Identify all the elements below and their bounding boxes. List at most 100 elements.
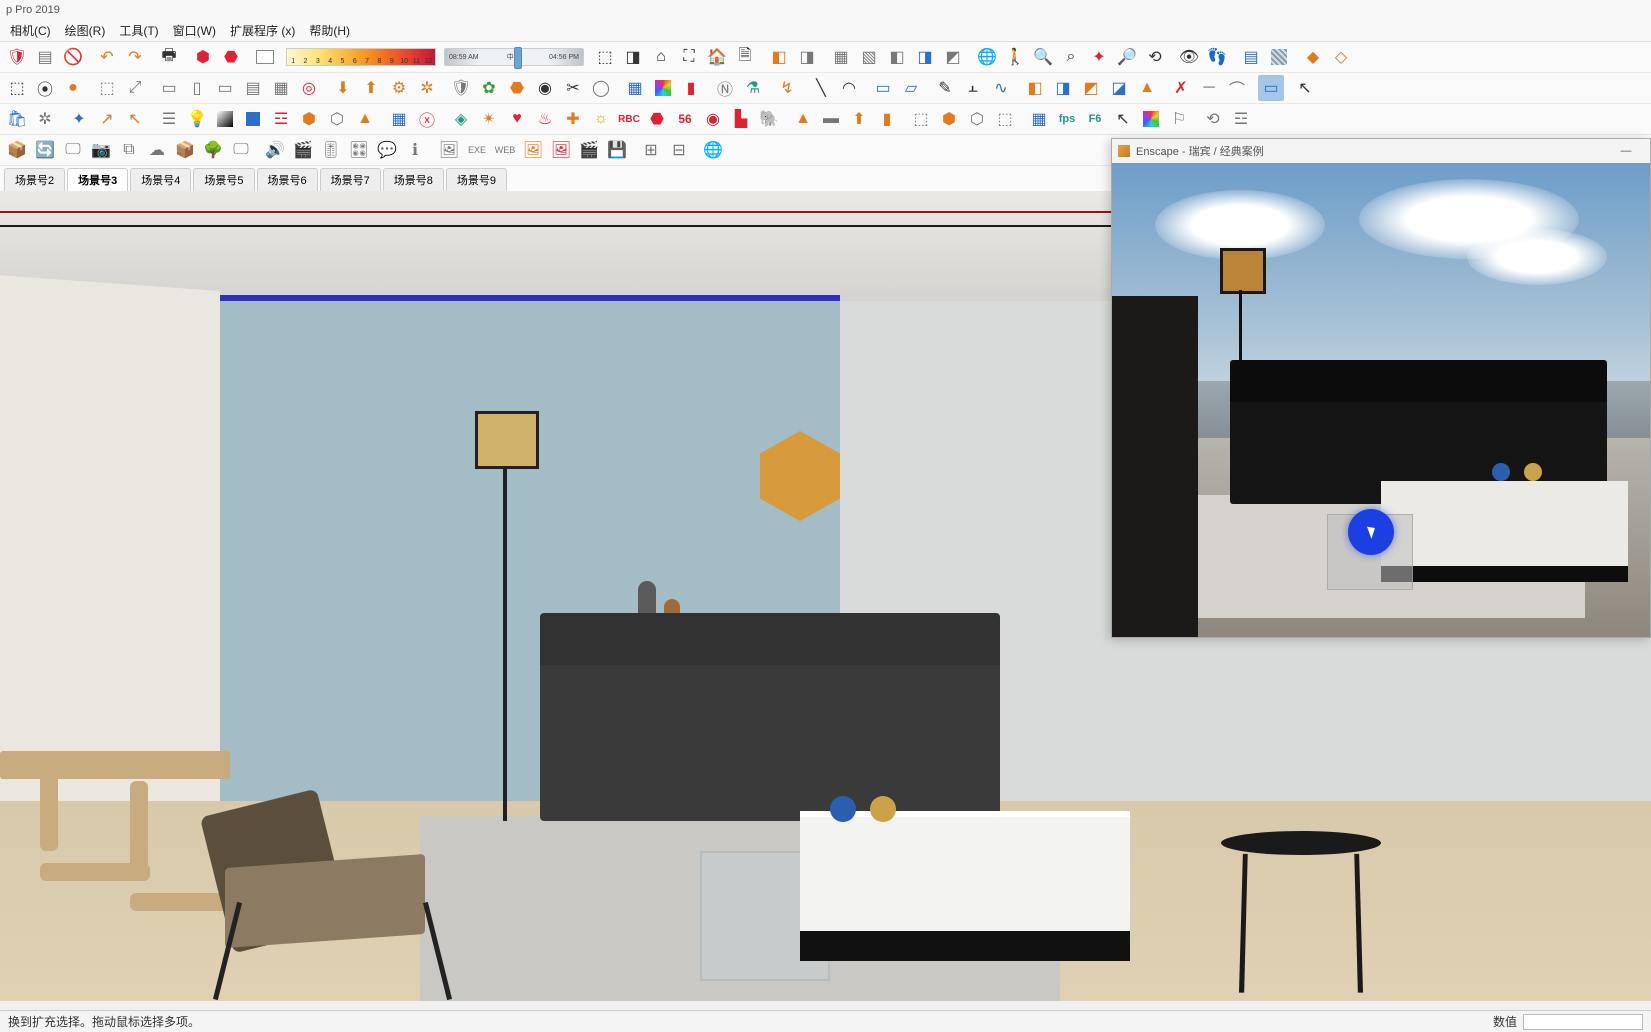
enscape-titlebar[interactable]: Enscape - 瑞宾 / 经典案例 —: [1112, 139, 1650, 163]
route-icon[interactable]: ↯: [774, 75, 800, 101]
ruler-icon[interactable]: ⫠: [960, 75, 986, 101]
circle-dot-icon[interactable]: ◉: [532, 75, 558, 101]
f6-icon[interactable]: F6: [1082, 106, 1108, 132]
box-o2-icon[interactable]: ◩: [1078, 75, 1104, 101]
heart-icon[interactable]: ♥: [504, 106, 530, 132]
cloud-icon[interactable]: ☁: [144, 137, 170, 163]
scene-tab-6[interactable]: 场景号6: [257, 168, 318, 191]
person-icon[interactable]: 🚶: [1002, 44, 1028, 70]
menu-ext[interactable]: 扩展程序 (x): [224, 20, 301, 41]
tag-icon[interactable]: ⚐: [1166, 106, 1192, 132]
arrow-tool-icon[interactable]: ↖: [1292, 75, 1318, 101]
board-icon[interactable]: ▮: [874, 106, 900, 132]
line-icon[interactable]: ╲: [808, 75, 834, 101]
box3d-icon[interactable]: ◨: [620, 44, 646, 70]
bulb-icon[interactable]: 💡: [184, 106, 210, 132]
menu-help[interactable]: 帮助(H): [303, 20, 356, 41]
cone-icon[interactable]: ▲: [352, 106, 378, 132]
mono-icon[interactable]: ◩: [940, 44, 966, 70]
window-icon[interactable]: ⊞: [638, 137, 664, 163]
enscape-minimize-button[interactable]: —: [1608, 139, 1644, 163]
sel-lasso-icon[interactable]: ▱: [898, 75, 924, 101]
curve2-icon[interactable]: ⌒: [1224, 75, 1250, 101]
sliders2-icon[interactable]: 🎛: [346, 137, 372, 163]
screens-icon[interactable]: ⧉: [116, 137, 142, 163]
menu-tools[interactable]: 工具(T): [113, 20, 164, 41]
fire-icon[interactable]: ♨: [532, 106, 558, 132]
hex-g-icon[interactable]: ⬡: [324, 106, 350, 132]
zoom-ext-icon[interactable]: 🔎: [1114, 44, 1140, 70]
gem-icon[interactable]: ◈: [448, 106, 474, 132]
house-icon[interactable]: ⌂: [648, 44, 674, 70]
warehouse-alt-icon[interactable]: ⬣: [218, 44, 244, 70]
layers2-icon[interactable]: ☲: [1228, 106, 1254, 132]
img3-icon[interactable]: 🖼: [548, 137, 574, 163]
box-o1-icon[interactable]: ◧: [1022, 75, 1048, 101]
print-icon[interactable]: 🖶: [156, 44, 182, 70]
curve-icon[interactable]: ∿: [988, 75, 1014, 101]
shield-icon[interactable]: 🛡: [448, 75, 474, 101]
time-knob[interactable]: [514, 47, 522, 69]
shop-icon[interactable]: 🛍: [4, 106, 30, 132]
cube2-icon[interactable]: ◨: [794, 44, 820, 70]
diamond2-icon[interactable]: ◇: [1328, 44, 1354, 70]
lamp-icon[interactable]: ☼: [588, 106, 614, 132]
doc-icon[interactable]: 🗎: [732, 44, 758, 70]
status-value-field[interactable]: [1523, 1014, 1643, 1030]
panel-4-icon[interactable]: ▤: [240, 75, 266, 101]
menu-window[interactable]: 窗口(W): [167, 20, 222, 41]
new-file-icon[interactable]: 🛡: [4, 44, 30, 70]
hatch-icon[interactable]: [1266, 44, 1292, 70]
stack-icon[interactable]: ☲: [268, 106, 294, 132]
footprints-icon[interactable]: 👣: [1204, 44, 1230, 70]
sheet-icon[interactable]: [252, 44, 278, 70]
chart-icon[interactable]: ▙: [728, 106, 754, 132]
rbc-icon[interactable]: RBC: [616, 106, 642, 132]
grid4-icon[interactable]: ▦: [386, 106, 412, 132]
open-file-icon[interactable]: ▤: [32, 44, 58, 70]
scene-tab-2[interactable]: 场景号2: [4, 168, 65, 191]
up-arrow-icon[interactable]: ⬆: [846, 106, 872, 132]
box-b1-icon[interactable]: ◨: [1050, 75, 1076, 101]
img-icon[interactable]: 🖼: [436, 137, 462, 163]
shaded-tx-icon[interactable]: ◨: [912, 44, 938, 70]
colors-icon[interactable]: [650, 75, 676, 101]
shield-r-icon[interactable]: ⬣: [644, 106, 670, 132]
enscape-viewport[interactable]: [1112, 163, 1650, 637]
scene-tab-3[interactable]: 场景号3: [67, 168, 128, 191]
arrow-ne-icon[interactable]: ↗: [94, 106, 120, 132]
time-of-day-slider[interactable]: 08:59 AM 中午 04:56 PM: [444, 48, 584, 66]
brick-icon[interactable]: ▦: [1026, 106, 1052, 132]
blob-icon[interactable]: ⬣: [504, 75, 530, 101]
cross-icon[interactable]: ✚: [560, 106, 586, 132]
dash-icon[interactable]: ─: [1196, 75, 1222, 101]
monitor-icon[interactable]: 🖵: [60, 137, 86, 163]
panel-5-icon[interactable]: ▦: [268, 75, 294, 101]
menu-draw[interactable]: 绘图(R): [59, 20, 112, 41]
swap-icon[interactable]: ⟲: [1200, 106, 1226, 132]
disc-icon[interactable]: ●: [60, 75, 86, 101]
arc-icon[interactable]: ◠: [836, 75, 862, 101]
speech-icon[interactable]: 💬: [374, 137, 400, 163]
camera-icon[interactable]: 📷: [88, 137, 114, 163]
zoom-window-icon[interactable]: ⌕: [1058, 44, 1084, 70]
num56-icon[interactable]: 56: [672, 106, 698, 132]
scene-tab-8[interactable]: 场景号8: [383, 168, 444, 191]
globe-icon[interactable]: 🌐: [974, 44, 1000, 70]
eye-icon[interactable]: 👁: [1176, 44, 1202, 70]
cube1-icon[interactable]: ◧: [766, 44, 792, 70]
panel-2-icon[interactable]: ▯: [184, 75, 210, 101]
gear2-icon[interactable]: ✲: [414, 75, 440, 101]
flask-icon[interactable]: ⚗: [740, 75, 766, 101]
rainbow-sq-icon[interactable]: [1138, 106, 1164, 132]
refresh-icon[interactable]: 🔄: [32, 137, 58, 163]
clapper-icon[interactable]: 🎬: [576, 137, 602, 163]
hidden-icon[interactable]: ▧: [856, 44, 882, 70]
scene-tab-7[interactable]: 场景号7: [320, 168, 381, 191]
house2-icon[interactable]: 🏠: [704, 44, 730, 70]
wire-icon[interactable]: ▦: [828, 44, 854, 70]
x-circle-icon[interactable]: ⓧ: [414, 106, 440, 132]
tree-icon[interactable]: 🌳: [200, 137, 226, 163]
scissors-icon[interactable]: ✂: [560, 75, 586, 101]
info-icon[interactable]: ℹ: [402, 137, 428, 163]
